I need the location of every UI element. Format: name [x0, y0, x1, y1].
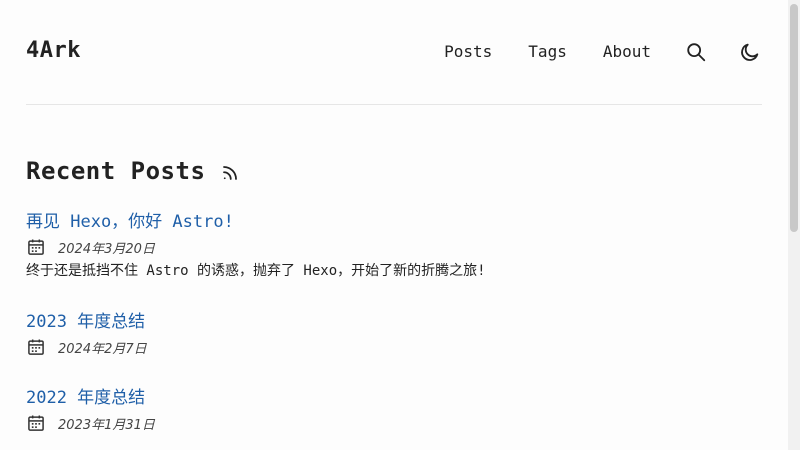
post-item: 再见 Hexo，你好 Astro! 2024年3月20日 终于还是抵挡不住 As…	[26, 210, 762, 281]
page: 4Ark Posts Tags About Recent Posts 再见 He…	[0, 0, 788, 450]
post-description: 终于还是抵挡不住 Astro 的诱惑，抛弃了 Hexo，开始了新的折腾之旅!	[26, 263, 486, 279]
post-date: 2024年3月20日	[26, 236, 762, 258]
site-header: 4Ark Posts Tags About	[26, 0, 762, 105]
section-title-text: Recent Posts	[26, 157, 206, 185]
post-title-link[interactable]: 2022 年度总结	[26, 386, 145, 410]
scrollbar[interactable]	[788, 0, 800, 450]
calendar-icon	[26, 337, 46, 357]
nav-link-tags[interactable]: Tags	[528, 36, 567, 68]
main-nav: Posts Tags About	[444, 36, 762, 68]
post-date-text: 2024年3月20日	[58, 241, 155, 257]
nav-link-about[interactable]: About	[603, 36, 651, 68]
post-date-text: 2023年1月31日	[58, 417, 155, 433]
rss-icon[interactable]	[221, 160, 239, 188]
post-title-link[interactable]: 再见 Hexo，你好 Astro!	[26, 210, 234, 234]
calendar-icon	[26, 413, 46, 433]
post-item: 2023 年度总结 2024年2月7日	[26, 310, 762, 358]
post-date: 2024年2月7日	[26, 336, 762, 358]
post-date-text: 2024年2月7日	[58, 341, 147, 357]
calendar-icon	[26, 237, 46, 257]
moon-icon[interactable]	[738, 40, 762, 64]
post-title-link[interactable]: 2023 年度总结	[26, 310, 145, 334]
recent-posts-heading: Recent Posts	[26, 154, 239, 188]
scrollbar-thumb[interactable]	[790, 4, 798, 232]
post-date: 2023年1月31日	[26, 412, 762, 434]
site-logo[interactable]: 4Ark	[26, 38, 81, 63]
search-icon[interactable]	[684, 40, 708, 64]
post-item: 2022 年度总结 2023年1月31日	[26, 386, 762, 434]
nav-link-posts[interactable]: Posts	[444, 36, 492, 68]
